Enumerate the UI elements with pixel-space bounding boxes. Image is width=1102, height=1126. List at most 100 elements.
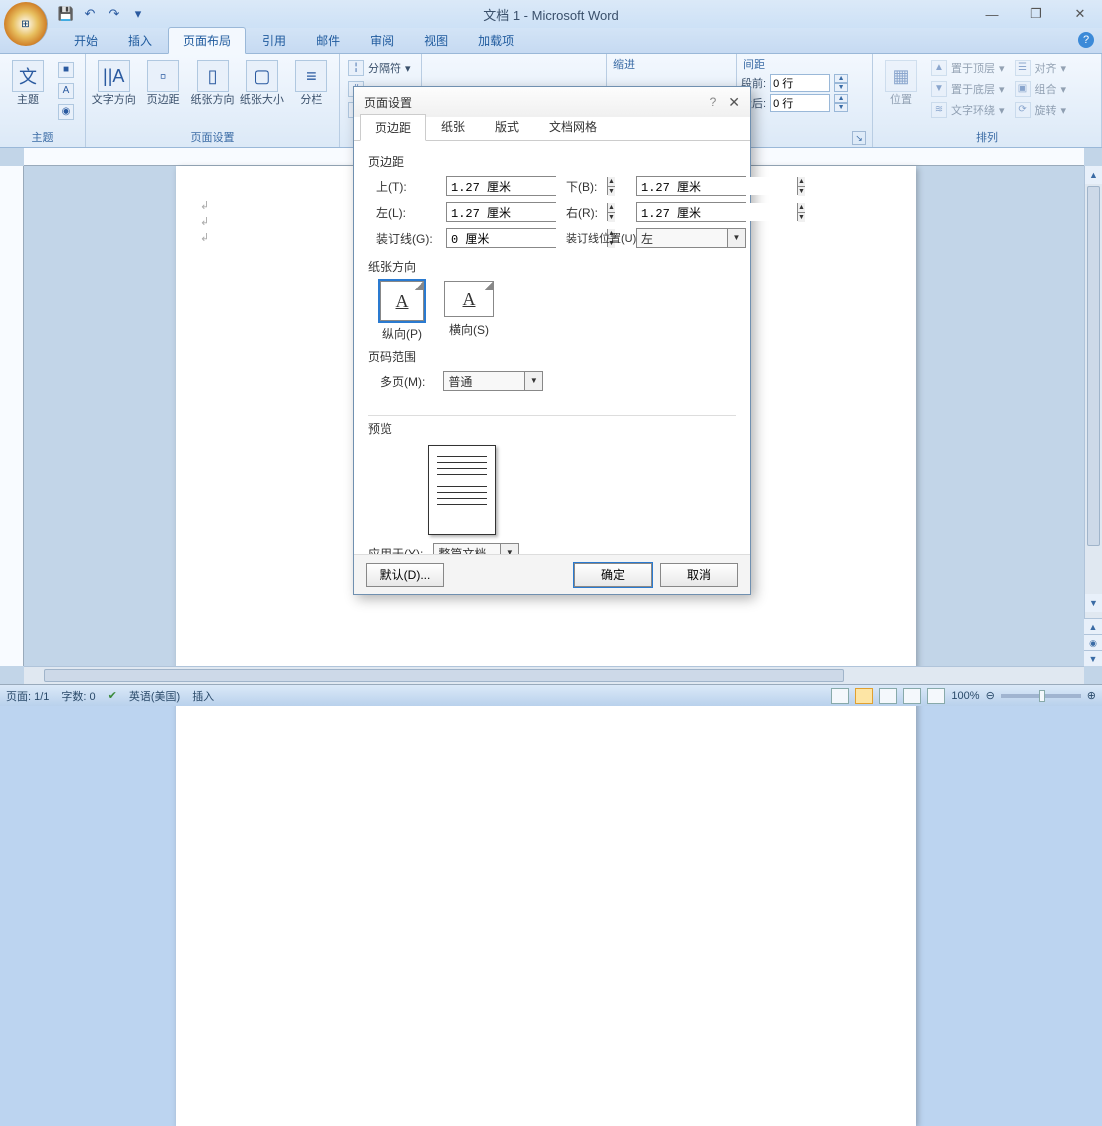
landscape-label: 横向(S) xyxy=(449,321,489,338)
browse-object[interactable]: ◉ xyxy=(1084,634,1102,650)
qat-redo[interactable]: ↷ xyxy=(104,4,124,24)
spacing-launcher[interactable]: ↘ xyxy=(852,131,866,145)
tab-insert[interactable]: 插入 xyxy=(114,28,166,53)
scroll-up-arrow[interactable]: ▲ xyxy=(1085,166,1102,184)
portrait-label: 纵向(P) xyxy=(382,325,422,342)
section-orientation: 纸张方向 xyxy=(368,258,736,275)
theme-colors[interactable]: ■ xyxy=(54,60,78,80)
columns-label: 分栏 xyxy=(300,94,322,106)
zoom-level[interactable]: 100% xyxy=(951,690,979,702)
browse-prev[interactable]: ▲ xyxy=(1084,618,1102,634)
dialog-help[interactable]: ? xyxy=(710,95,717,109)
text-direction-button[interactable]: ||A文字方向 xyxy=(90,56,137,106)
tab-pagelayout[interactable]: 页面布局 xyxy=(168,27,246,54)
vertical-scrollbar[interactable]: ▲ ▼ xyxy=(1084,166,1102,666)
view-web-layout[interactable] xyxy=(879,688,897,704)
view-fullscreen-reading[interactable] xyxy=(855,688,873,704)
before-input[interactable] xyxy=(770,74,830,92)
left-label: 左(L): xyxy=(376,204,436,221)
align-button[interactable]: ☰对齐▾ xyxy=(1011,58,1071,78)
cancel-button[interactable]: 取消 xyxy=(660,563,738,587)
multi-label: 多页(M): xyxy=(380,373,425,390)
zoom-out[interactable]: ⊖ xyxy=(986,689,995,702)
margins-button[interactable]: ▫页边距 xyxy=(139,56,186,106)
rotate-button[interactable]: ⟳旋转▾ xyxy=(1011,100,1071,120)
zoom-slider[interactable] xyxy=(1001,694,1081,698)
status-page[interactable]: 页面: 1/1 xyxy=(6,688,49,704)
after-spinner[interactable]: ▲▼ xyxy=(834,94,848,112)
status-language[interactable]: 英语(美国) xyxy=(129,688,180,704)
tab-addins[interactable]: 加载项 xyxy=(464,28,528,53)
top-label: 上(T): xyxy=(376,178,436,195)
position-button[interactable]: ▦位置 xyxy=(877,56,925,106)
ok-button[interactable]: 确定 xyxy=(574,563,652,587)
section-margins: 页边距 xyxy=(368,153,736,170)
scroll-down-arrow[interactable]: ▼ xyxy=(1085,594,1102,612)
right-spinner[interactable]: ▲▼ xyxy=(797,203,805,221)
orientation-portrait[interactable]: A xyxy=(380,281,424,321)
orientation-button[interactable]: ▯纸张方向 xyxy=(189,56,236,106)
status-insert-mode[interactable]: 插入 xyxy=(192,688,214,704)
before-spinner[interactable]: ▲▼ xyxy=(834,74,848,92)
vertical-ruler[interactable] xyxy=(0,166,24,666)
help-button[interactable]: ? xyxy=(1078,32,1094,48)
tab-review[interactable]: 审阅 xyxy=(356,28,408,53)
status-proofing-icon[interactable]: ✔ xyxy=(108,689,117,702)
columns-button[interactable]: ≡分栏 xyxy=(288,56,335,106)
vscroll-thumb[interactable] xyxy=(1087,186,1100,546)
bring-front-button[interactable]: ▲置于顶层▾ xyxy=(927,58,1009,78)
qat-customize[interactable]: ▾ xyxy=(128,4,148,24)
breaks-button[interactable]: ¦分隔符▾ xyxy=(344,58,415,78)
orientation-landscape[interactable]: A xyxy=(444,281,494,317)
multi-select[interactable]: 普通▼ xyxy=(443,371,543,391)
tab-view[interactable]: 视图 xyxy=(410,28,462,53)
tab-home[interactable]: 开始 xyxy=(60,28,112,53)
hscroll-thumb[interactable] xyxy=(44,669,844,682)
window-maximize[interactable]: ❐ xyxy=(1014,3,1058,25)
orientation-label: 纸张方向 xyxy=(191,94,235,106)
window-title: 文档 1 - Microsoft Word xyxy=(483,5,619,24)
qat-save[interactable]: 💾 xyxy=(56,4,76,24)
browse-next[interactable]: ▼ xyxy=(1084,650,1102,666)
window-minimize[interactable]: — xyxy=(970,3,1014,25)
default-button[interactable]: 默认(D)... xyxy=(366,563,444,587)
right-input[interactable] xyxy=(637,203,797,221)
bottom-spinner[interactable]: ▲▼ xyxy=(797,177,805,195)
qat-undo[interactable]: ↶ xyxy=(80,4,100,24)
group-arrange-label: 排列 xyxy=(877,127,1097,147)
section-preview: 预览 xyxy=(368,420,736,437)
theme-fonts[interactable]: A xyxy=(54,81,78,101)
status-words[interactable]: 字数: 0 xyxy=(61,688,95,704)
group-button[interactable]: ▣组合▾ xyxy=(1011,79,1071,99)
after-input[interactable] xyxy=(770,94,830,112)
dialog-tab-layout[interactable]: 版式 xyxy=(480,113,534,140)
section-pages: 页码范围 xyxy=(368,348,736,365)
themes-label: 主题 xyxy=(17,94,39,106)
zoom-in[interactable]: ⊕ xyxy=(1087,689,1096,702)
position-label: 位置 xyxy=(890,94,912,106)
dialog-tab-paper[interactable]: 纸张 xyxy=(426,113,480,140)
view-print-layout[interactable] xyxy=(831,688,849,704)
send-back-button[interactable]: ▼置于底层▾ xyxy=(927,79,1009,99)
horizontal-scrollbar[interactable] xyxy=(24,666,1084,684)
spacing-header: 间距 xyxy=(741,56,868,72)
themes-button[interactable]: 文 主题 xyxy=(4,56,52,106)
gutter-pos-select[interactable]: 左▼ xyxy=(636,228,746,248)
office-button[interactable]: ⊞ xyxy=(4,2,48,46)
size-button[interactable]: ▢纸张大小 xyxy=(238,56,285,106)
text-wrap-button[interactable]: ≋文字环绕▾ xyxy=(927,100,1009,120)
margins-label: 页边距 xyxy=(147,94,180,106)
gutter-label: 装订线(G): xyxy=(376,230,436,247)
view-draft[interactable] xyxy=(927,688,945,704)
dialog-tab-grid[interactable]: 文档网格 xyxy=(534,113,612,140)
tab-references[interactable]: 引用 xyxy=(248,28,300,53)
dialog-close[interactable]: ✕ xyxy=(728,94,740,111)
bottom-input[interactable] xyxy=(637,177,797,195)
indent-header: 缩进 xyxy=(611,56,732,72)
tab-mailings[interactable]: 邮件 xyxy=(302,28,354,53)
view-outline[interactable] xyxy=(903,688,921,704)
dialog-tab-margins[interactable]: 页边距 xyxy=(360,114,426,141)
window-close[interactable]: ✕ xyxy=(1058,3,1102,25)
group-pagesetup-label: 页面设置 xyxy=(90,127,335,147)
theme-effects[interactable]: ◉ xyxy=(54,102,78,122)
